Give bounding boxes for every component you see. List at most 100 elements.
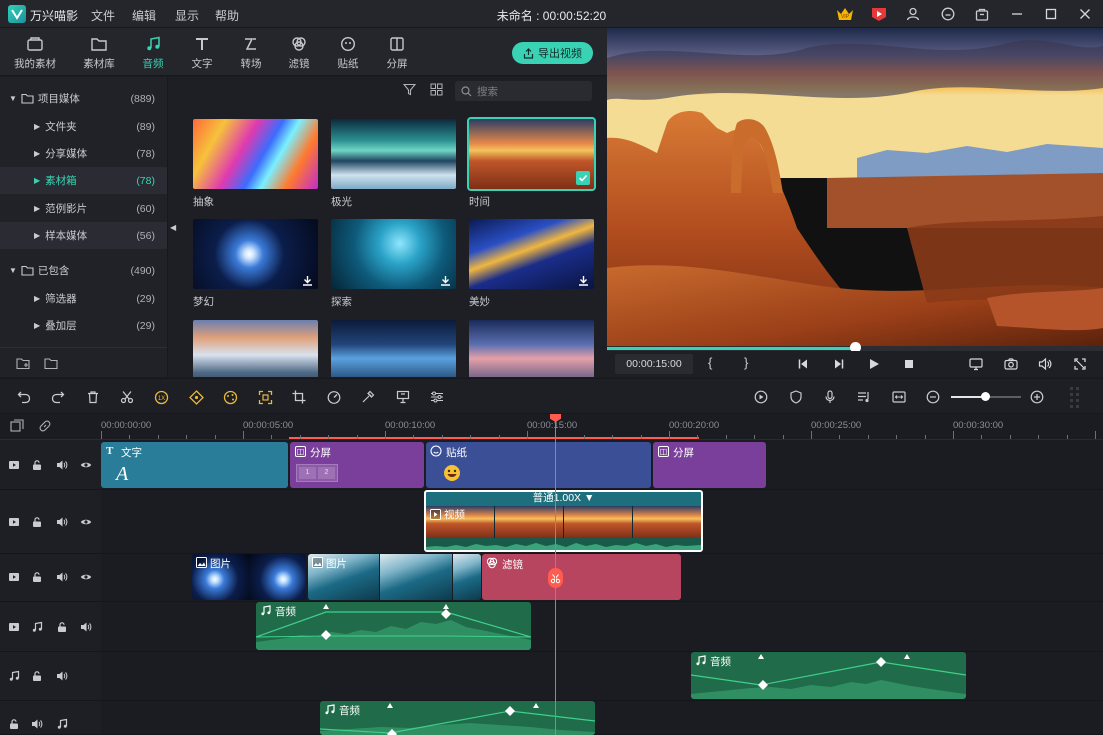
media-thumb-aurora[interactable] xyxy=(331,119,456,189)
current-timecode[interactable]: 00:00:15:00 xyxy=(615,354,693,374)
add-track-icon[interactable] xyxy=(10,419,24,433)
clip-video[interactable]: 普通1.00X ▼ 视频 xyxy=(424,490,703,552)
track-audio-2[interactable]: 音频 xyxy=(101,652,1103,701)
video-track-icon[interactable] xyxy=(8,571,20,583)
tree-item-included[interactable]: ▼ 已包含 (490) xyxy=(0,257,167,284)
track-audio-3[interactable]: 音频 xyxy=(101,701,1103,735)
tab-transition[interactable]: 转场 xyxy=(226,34,276,74)
track-image[interactable]: 图片 图片 滤镜 xyxy=(101,554,1103,602)
mark-in-button[interactable]: { xyxy=(708,355,712,370)
tree-item-sample-videos[interactable]: ▶ 范例影片 (60) xyxy=(0,195,167,222)
eye-icon[interactable] xyxy=(80,516,92,528)
zoom-slider-knob[interactable] xyxy=(981,392,990,401)
adjust-sliders-icon[interactable] xyxy=(428,388,446,406)
zoom-slider[interactable] xyxy=(951,392,1021,401)
tab-split-screen[interactable]: 分屏 xyxy=(372,34,422,74)
video-track-icon[interactable] xyxy=(8,621,20,633)
speedometer-icon[interactable] xyxy=(325,388,343,406)
tab-audio[interactable]: 音频 xyxy=(128,34,178,79)
new-folder-icon[interactable] xyxy=(16,357,31,370)
track-overlay[interactable]: T 文字 A ◫ 分屏 1 2 贴纸 ◫ 分屏 xyxy=(101,440,1103,490)
media-thumb-wonderful[interactable] xyxy=(469,219,594,289)
render-preview-icon[interactable] xyxy=(752,388,770,406)
filter-funnel-icon[interactable] xyxy=(403,83,416,96)
menu-help[interactable]: 帮助 xyxy=(215,7,239,24)
clip-audio-3[interactable]: 音频 xyxy=(320,701,595,735)
download-icon[interactable] xyxy=(302,275,313,286)
shop-icon[interactable] xyxy=(973,5,991,23)
work-area-range[interactable] xyxy=(289,437,699,439)
lock-icon[interactable] xyxy=(8,718,20,730)
stop-icon[interactable] xyxy=(903,358,915,370)
snapshot-camera-icon[interactable] xyxy=(1004,357,1018,371)
track-video[interactable]: 普通1.00X ▼ 视频 xyxy=(101,490,1103,554)
menu-view[interactable]: 显示 xyxy=(175,7,199,24)
tree-item-shared-media[interactable]: ▶ 分享媒体 (78) xyxy=(0,140,167,167)
speaker-icon[interactable] xyxy=(56,459,68,471)
zoom-in-icon[interactable] xyxy=(1028,388,1046,406)
close-icon[interactable] xyxy=(1076,5,1094,23)
lock-icon[interactable] xyxy=(31,516,43,528)
media-thumb-explore[interactable] xyxy=(331,219,456,289)
media-thumb-sunset-sea[interactable] xyxy=(469,320,594,377)
speaker-icon[interactable] xyxy=(80,621,92,633)
display-settings-icon[interactable] xyxy=(969,357,983,371)
tree-item-project-media[interactable]: ▼ 项目媒体 (889) xyxy=(0,85,167,112)
zoom-out-icon[interactable] xyxy=(924,388,942,406)
promo-play-icon[interactable] xyxy=(870,5,888,23)
vip-crown-icon[interactable]: VIP xyxy=(836,5,854,23)
crop-icon[interactable] xyxy=(290,388,308,406)
eye-icon[interactable] xyxy=(80,459,92,471)
feedback-chat-icon[interactable] xyxy=(939,5,957,23)
clip-audio-1[interactable]: 音频 xyxy=(256,602,531,650)
maximize-icon[interactable] xyxy=(1042,5,1060,23)
microphone-icon[interactable] xyxy=(821,388,839,406)
lock-icon[interactable] xyxy=(56,621,68,633)
tab-text[interactable]: 文字 xyxy=(177,34,227,74)
speaker-icon[interactable] xyxy=(31,718,43,730)
clip-split-screen[interactable]: ◫ 分屏 1 2 xyxy=(290,442,424,488)
folder-open-icon[interactable] xyxy=(44,357,59,370)
clip-text[interactable]: T 文字 A xyxy=(101,442,288,488)
color-palette-icon[interactable] xyxy=(221,388,239,406)
clip-split-screen-2[interactable]: ◫ 分屏 xyxy=(653,442,766,488)
next-frame-icon[interactable] xyxy=(833,358,845,370)
marker-shield-icon[interactable] xyxy=(787,388,805,406)
media-thumb-dream[interactable] xyxy=(193,219,318,289)
keyframe-diamond-icon[interactable] xyxy=(187,388,205,406)
grid-view-icon[interactable] xyxy=(430,83,443,96)
color-picker-icon[interactable] xyxy=(359,388,377,406)
preview-viewer[interactable] xyxy=(607,28,1103,346)
tree-item-sample-media[interactable]: ▶ 样本媒体 (56) xyxy=(0,222,167,249)
clip-image-2[interactable]: 图片 xyxy=(308,554,481,600)
delete-trash-icon[interactable] xyxy=(84,388,102,406)
music-note-icon[interactable] xyxy=(56,718,68,730)
menu-edit[interactable]: 编辑 xyxy=(132,7,156,24)
auto-reframe-icon[interactable] xyxy=(256,388,274,406)
drag-handle-icon[interactable] xyxy=(1069,386,1081,408)
playhead[interactable] xyxy=(550,414,561,735)
tree-item-folder[interactable]: ▶ 文件夹 (89) xyxy=(0,113,167,140)
media-thumb-city[interactable] xyxy=(331,320,456,377)
minimize-icon[interactable] xyxy=(1008,5,1026,23)
tree-item-overlays[interactable]: ▶ 叠加层 (29) xyxy=(0,312,167,339)
redo-icon[interactable] xyxy=(49,388,67,406)
clip-image-1[interactable]: 图片 xyxy=(192,554,306,600)
export-video-button[interactable]: 导出视频 xyxy=(512,42,593,64)
speaker-icon[interactable] xyxy=(56,670,68,682)
tab-my-media[interactable]: 我的素材 xyxy=(10,34,60,74)
speaker-icon[interactable] xyxy=(56,516,68,528)
previous-frame-icon[interactable] xyxy=(797,358,809,370)
tab-sticker[interactable]: 贴纸 xyxy=(323,34,373,74)
tree-item-filters[interactable]: ▶ 筛选器 (29) xyxy=(0,285,167,312)
clip-sticker[interactable]: 贴纸 xyxy=(426,442,651,488)
green-screen-icon[interactable] xyxy=(394,388,412,406)
track-audio-1[interactable]: 音频 xyxy=(101,602,1103,652)
music-note-icon[interactable] xyxy=(8,670,20,682)
speaker-icon[interactable] xyxy=(56,571,68,583)
account-icon[interactable] xyxy=(904,5,922,23)
search-input[interactable]: 搜索 xyxy=(455,81,592,101)
undo-icon[interactable] xyxy=(15,388,33,406)
play-icon[interactable] xyxy=(868,358,880,370)
clip-speed-label[interactable]: 普通1.00X ▼ xyxy=(426,492,701,506)
